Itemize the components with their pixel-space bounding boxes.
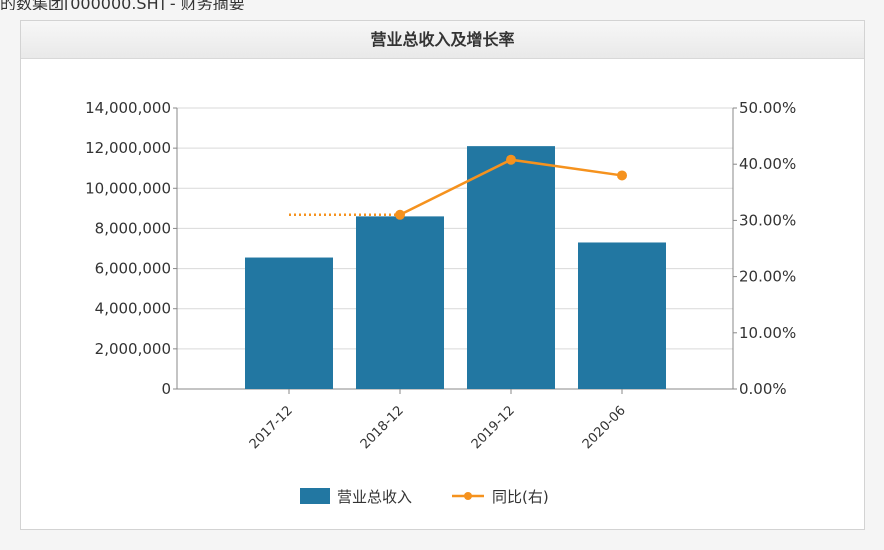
- x-tick-label: 2020-06: [580, 403, 629, 452]
- legend-line-marker: [464, 492, 472, 500]
- left-tick-label: 12,000,000: [85, 139, 171, 157]
- left-tick-label: 10,000,000: [85, 179, 171, 197]
- right-tick-label: 30.00%: [739, 211, 796, 229]
- right-tick-label: 50.00%: [739, 99, 796, 117]
- growth-point: [617, 170, 627, 181]
- left-tick-label: 6,000,000: [95, 260, 171, 278]
- right-tick-label: 0.00%: [739, 380, 787, 398]
- right-tick-label: 20.00%: [739, 268, 796, 286]
- left-tick-label: 14,000,000: [85, 99, 171, 117]
- growth-point: [395, 209, 405, 220]
- bar: [578, 242, 666, 389]
- left-tick-label: 8,000,000: [95, 219, 171, 237]
- x-tick-label: 2019-12: [469, 403, 518, 452]
- left-tick-label: 4,000,000: [95, 300, 171, 318]
- bar: [356, 216, 444, 389]
- x-tick-label: 2018-12: [358, 403, 407, 452]
- bar: [467, 146, 555, 389]
- left-tick-label: 0: [161, 380, 171, 398]
- x-tick-label: 2017-12: [247, 403, 296, 452]
- legend-bar-swatch: [300, 488, 330, 504]
- legend-bar-label: 营业总收入: [337, 488, 412, 506]
- right-tick-label: 40.00%: [739, 155, 796, 173]
- revenue-chart: 0 2,000,000 4,000,000 6,000,000 8,000,000 10,…: [85, 99, 796, 506]
- right-tick-label: 10.00%: [739, 324, 796, 342]
- growth-point: [506, 154, 516, 165]
- left-tick-label: 2,000,000: [95, 340, 171, 358]
- bar: [245, 257, 333, 389]
- legend-line-label: 同比(右): [492, 488, 549, 506]
